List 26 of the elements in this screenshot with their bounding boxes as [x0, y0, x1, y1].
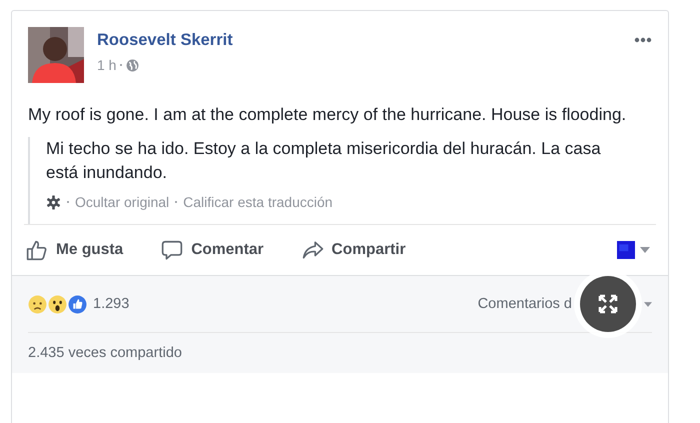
translation-link[interactable]: Calificar esta traducción: [183, 194, 333, 210]
share-count[interactable]: 2.435 veces compartido: [28, 345, 182, 361]
more-options-icon[interactable]: [634, 37, 652, 43]
settings-icon[interactable]: [46, 194, 61, 210]
expand-arrows-icon: [598, 294, 618, 314]
translation-link[interactable]: Ocultar original: [75, 194, 170, 210]
translated-text: Mi techo se ha ido. Estoy a la completa misericordia del huracán. La casa está inundando.: [46, 138, 602, 184]
post-time[interactable]: 1 h: [97, 57, 116, 73]
post-text: My roof is gone. I am at the complete mercy of the hurricane. House is flooding.: [27, 104, 628, 126]
action-button[interactable]: Me gusta: [26, 235, 124, 265]
page-avatar-icon: [617, 240, 635, 260]
caret-icon: [640, 247, 650, 253]
wow-emoji-icon: [48, 294, 67, 314]
share-arrow-icon: [302, 239, 324, 261]
action-button[interactable]: Comentar: [161, 235, 264, 265]
author-name[interactable]: Roosevelt Skerrit: [97, 31, 634, 50]
thumbs-up-icon: [26, 239, 48, 261]
caret-icon: [644, 302, 652, 306]
fullscreen-button[interactable]: [580, 276, 636, 332]
comment-sort-label[interactable]: Comentarios d: [478, 296, 572, 312]
globe-icon: [126, 58, 140, 72]
action-button[interactable]: Compartir: [302, 235, 406, 265]
reaction-count[interactable]: 1.293: [93, 296, 130, 312]
speech-bubble-icon: [161, 239, 184, 261]
like-reaction-icon: [68, 294, 87, 314]
sad-emoji-icon: [28, 294, 47, 314]
